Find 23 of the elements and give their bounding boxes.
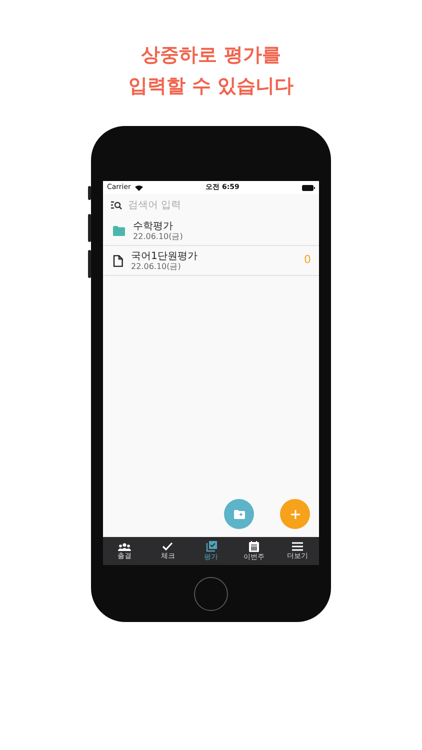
headline: 입력할 수 있습니다 [127, 74, 295, 99]
checklist-icon [206, 541, 216, 552]
menu-icon [292, 542, 303, 551]
add-button[interactable] [280, 499, 310, 529]
search-icon[interactable] [111, 200, 122, 210]
search-field[interactable]: 검색어 입력 [128, 198, 248, 212]
plus-icon [290, 510, 300, 518]
headline: 상중하로 평가를 [140, 43, 282, 68]
item-title: 수학평가 [133, 220, 174, 232]
folder-icon [113, 226, 125, 236]
people-icon [118, 542, 132, 550]
document-icon [113, 254, 123, 266]
item-title: 국어1단원평가 [131, 250, 198, 262]
item-date: 22.06.10(금) [133, 232, 183, 240]
battery-icon [302, 184, 315, 190]
add-folder-button[interactable] [224, 499, 254, 529]
item-count: 0 [304, 252, 311, 268]
check-icon [162, 542, 174, 551]
item-date: 22.06.10(금) [131, 262, 182, 270]
calendar-icon [249, 541, 260, 552]
home-button[interactable] [194, 577, 228, 611]
folder-add-icon [234, 510, 244, 518]
wifi-icon [134, 184, 143, 190]
